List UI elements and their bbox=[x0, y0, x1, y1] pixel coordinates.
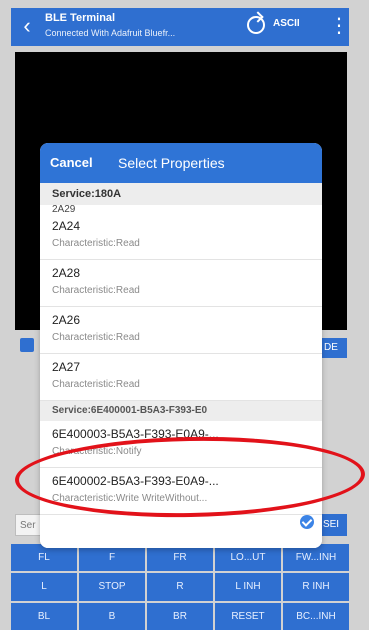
pad-key[interactable]: STOP bbox=[79, 573, 145, 601]
characteristic-type: Characteristic:Read bbox=[52, 285, 140, 296]
characteristic-uuid: 2A26 bbox=[52, 313, 81, 327]
list-item[interactable]: 2A24 Characteristic:Read bbox=[40, 213, 322, 260]
pad-key[interactable]: F bbox=[79, 544, 145, 572]
pad-key[interactable]: R bbox=[147, 573, 213, 601]
ascii-mode-button[interactable]: ASCII bbox=[273, 18, 300, 29]
dialog-title: Select Properties bbox=[118, 155, 225, 171]
section-header: Service:6E400001-B5A3-F393-E0 bbox=[40, 401, 322, 421]
cancel-button[interactable]: Cancel bbox=[50, 155, 93, 170]
checkbox[interactable] bbox=[20, 338, 34, 352]
list-item[interactable]: 2A27 Characteristic:Read bbox=[40, 354, 322, 401]
pad-key[interactable]: LO...UT bbox=[215, 544, 281, 572]
top-bar: ‹ BLE Terminal Connected With Adafruit B… bbox=[11, 8, 349, 46]
pad-key[interactable]: L INH bbox=[215, 573, 281, 601]
characteristic-type: Characteristic:Read bbox=[52, 238, 140, 249]
pad-key[interactable]: BC...INH bbox=[283, 602, 349, 630]
list-item[interactable]: 2A26 Characteristic:Read bbox=[40, 307, 322, 354]
characteristic-uuid: 2A24 bbox=[52, 219, 81, 233]
control-pad: FL F FR LO...UT FW...INH L STOP R L INH … bbox=[11, 544, 349, 630]
pad-key[interactable]: RESET bbox=[215, 602, 281, 630]
connection-subtitle: Connected With Adafruit Bluefr... bbox=[45, 28, 176, 38]
section-header: Service:180A bbox=[40, 183, 322, 205]
pad-key[interactable]: FL bbox=[11, 544, 77, 572]
more-options-icon[interactable]: ⋮ bbox=[329, 14, 349, 38]
selected-check-icon bbox=[300, 515, 314, 529]
pad-key[interactable]: R INH bbox=[283, 573, 349, 601]
characteristic-uuid: 2A27 bbox=[52, 360, 81, 374]
pad-key[interactable]: L bbox=[11, 573, 77, 601]
characteristic-type: Characteristic:Read bbox=[52, 332, 140, 343]
pad-key[interactable]: BR bbox=[147, 602, 213, 630]
pad-key[interactable]: FR bbox=[147, 544, 213, 572]
characteristic-uuid: 2A28 bbox=[52, 266, 81, 280]
refresh-icon[interactable] bbox=[247, 16, 265, 34]
list-item[interactable]: 2A28 Characteristic:Read bbox=[40, 260, 322, 307]
back-chevron-icon[interactable]: ‹ bbox=[17, 14, 37, 38]
pad-key[interactable]: BL bbox=[11, 602, 77, 630]
pad-key[interactable]: B bbox=[79, 602, 145, 630]
characteristic-type: Characteristic:Read bbox=[52, 379, 140, 390]
dialog-header: Cancel Select Properties bbox=[40, 143, 322, 183]
pad-key[interactable]: FW...INH bbox=[283, 544, 349, 572]
partial-list-item[interactable]: 2A29 bbox=[40, 205, 322, 213]
app-title: BLE Terminal bbox=[45, 12, 116, 24]
app-screen: ‹ BLE Terminal Connected With Adafruit B… bbox=[0, 0, 369, 630]
